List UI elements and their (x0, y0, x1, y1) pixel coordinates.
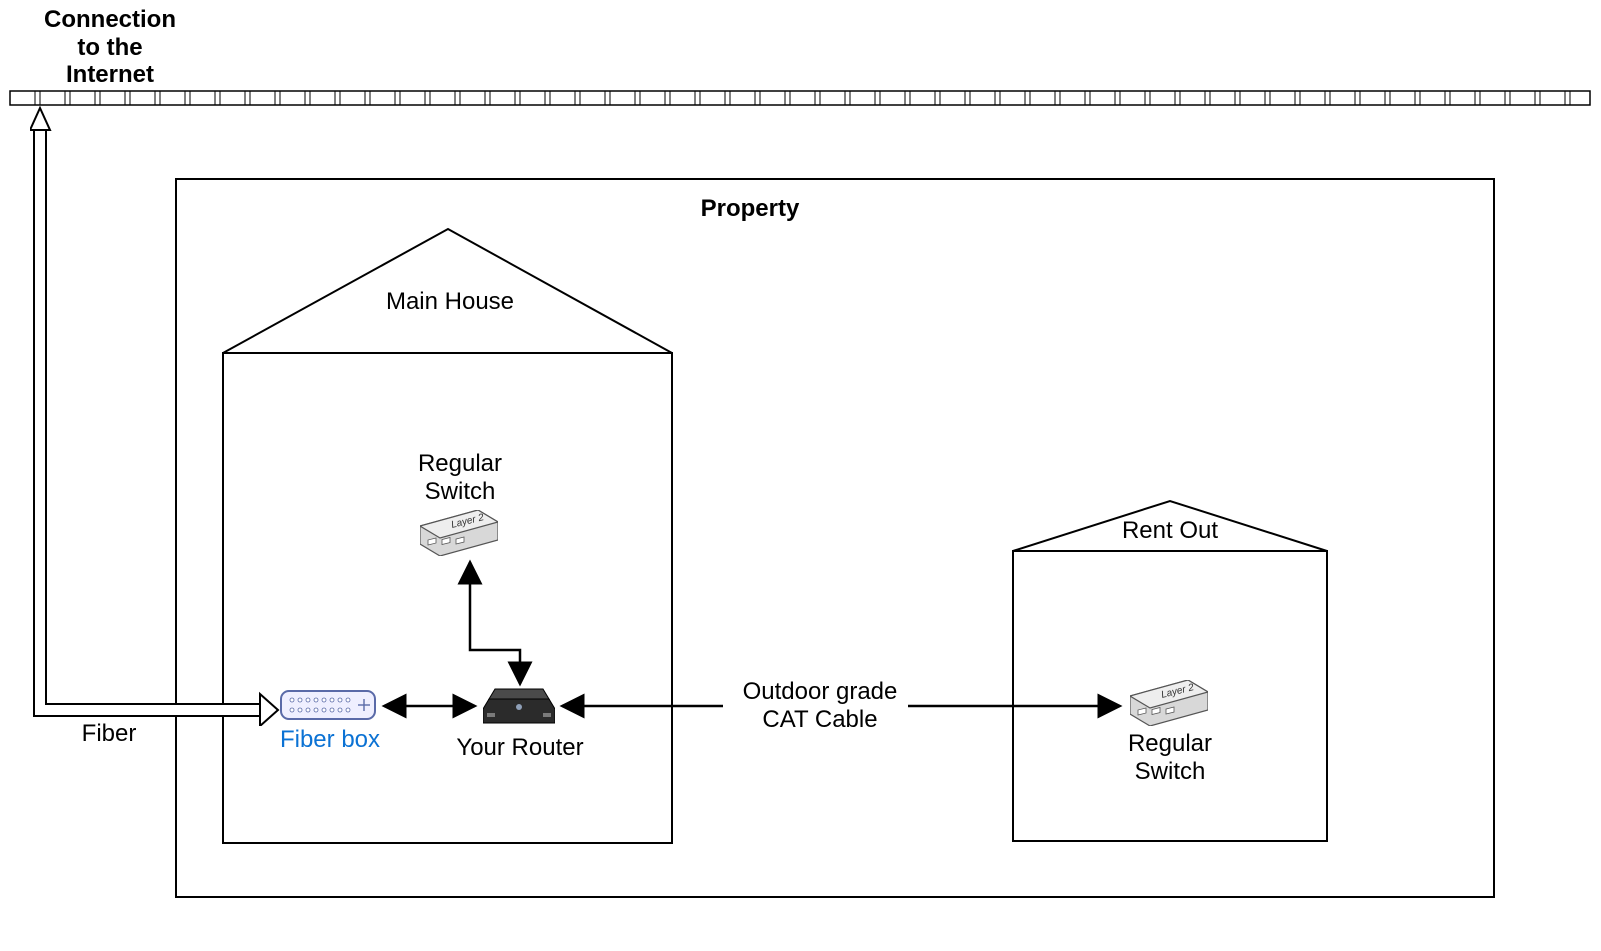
cat-cable-line1: Outdoor grade (743, 678, 898, 705)
link-router-switch (470, 562, 520, 684)
connectors (0, 0, 1601, 951)
cat-cable-line2: CAT Cable (762, 706, 877, 733)
cat-cable-label: Outdoor grade CAT Cable (720, 678, 920, 733)
